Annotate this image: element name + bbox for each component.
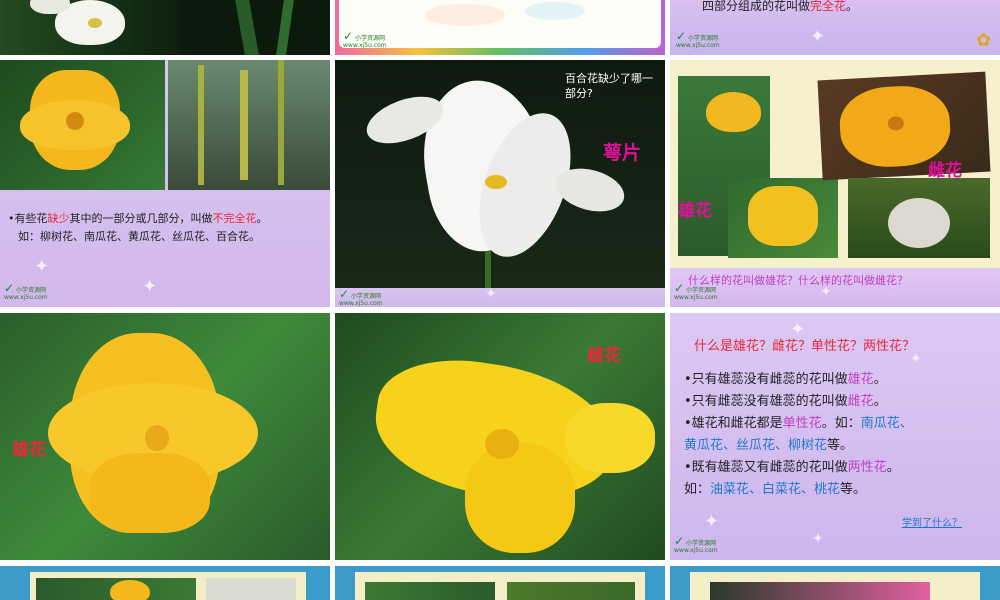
slide-12-fragment[interactable] — [670, 566, 1000, 600]
slide-5-footer — [335, 288, 665, 307]
star-icon: ✦ — [810, 26, 826, 47]
slide-9-definitions[interactable]: 什么是雄花？雌花？单性花？两性花？ •只有雄蕊没有雌蕊的花叫做雄花。 •只有雌蕊… — [670, 313, 1000, 560]
star-icon: ✦ — [142, 276, 158, 297]
decor-blob — [425, 4, 505, 26]
slide-7-male-flower[interactable]: 雄花 — [0, 313, 330, 560]
logo-leaf-icon: ✓ — [676, 29, 687, 43]
male-flower-photo-2 — [728, 178, 838, 258]
slide-11-fragment[interactable] — [335, 566, 665, 600]
slide-6-question: 什么样的花叫做雄花？什么样的花叫做雌花？ — [688, 274, 908, 287]
star-icon: ✦ — [820, 284, 832, 300]
site-logo: ✓ 小学资源网 www.xj5u.com — [676, 29, 720, 50]
slide-6-male-female[interactable]: 雌花 雄花 什么样的花叫做雄花？什么样的花叫做雌花？ ✓ 小学资源网 www.xj… — [670, 60, 1000, 307]
slide-4-text-line-2: 如：柳树花、南瓜花、黄瓜花、丝瓜花、百合花。 — [18, 230, 260, 243]
flower-icon: ✿ — [976, 30, 992, 51]
star-icon: ✦ — [704, 511, 720, 532]
photo-fragment — [710, 582, 930, 600]
catkin — [240, 70, 248, 180]
lily-answer-text: 萼片 — [603, 142, 642, 164]
star-icon: ✦ — [812, 531, 824, 547]
catkin — [198, 65, 204, 185]
slide-10-fragment[interactable] — [0, 566, 330, 600]
logo-url: www.xj5u.com — [343, 42, 387, 50]
slide-1-lily-photo[interactable] — [0, 0, 330, 55]
slide-4-text-line-1: •有些花缺少其中的一部分或几部分，叫做不完全花。 — [8, 212, 268, 225]
flower-center — [485, 429, 519, 459]
logo-name: 小学资源网 — [354, 35, 385, 42]
logo-leaf-icon: ✓ — [674, 534, 685, 548]
logo-leaf-icon: ✓ — [339, 287, 350, 301]
photo-fragment — [365, 582, 495, 600]
lily-center — [88, 18, 102, 28]
flower-petal — [465, 443, 575, 553]
star-icon: ✦ — [790, 319, 806, 340]
flower-center — [66, 112, 84, 130]
photo-fragment — [507, 582, 635, 600]
slide-9-line-4: 黄瓜花、丝瓜花、柳树花等。 — [684, 438, 854, 453]
female-flower-label: 雌花 — [587, 346, 621, 366]
star-icon: ✦ — [910, 351, 922, 367]
lily-question-text: 百合花缺少了哪一部分? — [565, 72, 653, 100]
site-logo: ✓ 小学资源网 www.xj5u.com — [343, 29, 387, 50]
slide-2-decor[interactable]: ✓ 小学资源网 www.xj5u.com — [335, 0, 665, 55]
leaf-shape — [276, 0, 294, 55]
slide-3-complete-flower[interactable]: 四部分组成的花叫做完全花。 ✦ ✓ 小学资源网 www.xj5u.com ✿ — [670, 0, 1000, 55]
female-flower-label: 雌花 — [928, 161, 962, 181]
pumpkin-photo — [848, 178, 990, 258]
learned-link[interactable]: 学到了什么？ — [902, 514, 962, 529]
slide-9-line-1: •只有雄蕊没有雌蕊的花叫做雄花。 — [684, 372, 887, 387]
flower-petal — [565, 403, 655, 473]
pumpkin-flower-photo — [0, 60, 165, 190]
catkin — [278, 60, 284, 185]
site-logo: ✓ 小学资源网 www.xj5u.com — [339, 287, 383, 307]
site-logo: ✓ 小学资源网 www.xj5u.com — [4, 281, 48, 302]
slide-2-inner — [339, 0, 661, 48]
slide-5-lily-question[interactable]: 百合花缺少了哪一部分? 萼片 ✓ 小学资源网 www.xj5u.com ✦ — [335, 60, 665, 307]
flower-petal — [110, 580, 150, 600]
decor-blob — [525, 2, 585, 20]
flower-center — [145, 425, 169, 451]
star-icon: ✦ — [485, 286, 497, 302]
logo-leaf-icon: ✓ — [4, 281, 15, 295]
male-flower-label: 雄花 — [12, 440, 46, 460]
slide-9-line-6: 如：油菜花、白菜花、桃花等。 — [684, 482, 867, 497]
male-flower-label: 雄花 — [678, 201, 712, 221]
pumpkin-shape — [888, 198, 950, 248]
slide-9-line-3: •雄花和雌花都是单性花。如：南瓜花、 — [684, 416, 913, 431]
slide-9-line-2: •只有雌蕊没有雄蕊的花叫做雌花。 — [684, 394, 887, 409]
star-icon: ✦ — [34, 256, 50, 277]
female-flower-photo — [817, 71, 991, 181]
flower-petal — [706, 92, 761, 132]
willow-catkin-photo — [168, 60, 330, 190]
logo-leaf-icon: ✓ — [674, 281, 685, 295]
flower-petal — [748, 186, 818, 246]
lily-stamen — [485, 175, 507, 189]
slide-9-line-5: •既有雄蕊又有雌蕊的花叫做两性花。 — [684, 460, 900, 475]
site-logo: ✓ 小学资源网 www.xj5u.com — [674, 281, 718, 302]
logo-leaf-icon: ✓ — [343, 29, 354, 43]
slide-3-text: 四部分组成的花叫做完全花。 — [702, 0, 859, 13]
leaf-shape — [235, 0, 259, 55]
photo-fragment — [206, 578, 296, 600]
flower-petal — [90, 453, 210, 533]
site-logo: ✓ 小学资源网 www.xj5u.com — [674, 534, 718, 555]
slide-8-female-flower[interactable]: 雌花 — [335, 313, 665, 560]
slide-4-incomplete-flower[interactable]: •有些花缺少其中的一部分或几部分，叫做不完全花。 如：柳树花、南瓜花、黄瓜花、丝… — [0, 60, 330, 307]
